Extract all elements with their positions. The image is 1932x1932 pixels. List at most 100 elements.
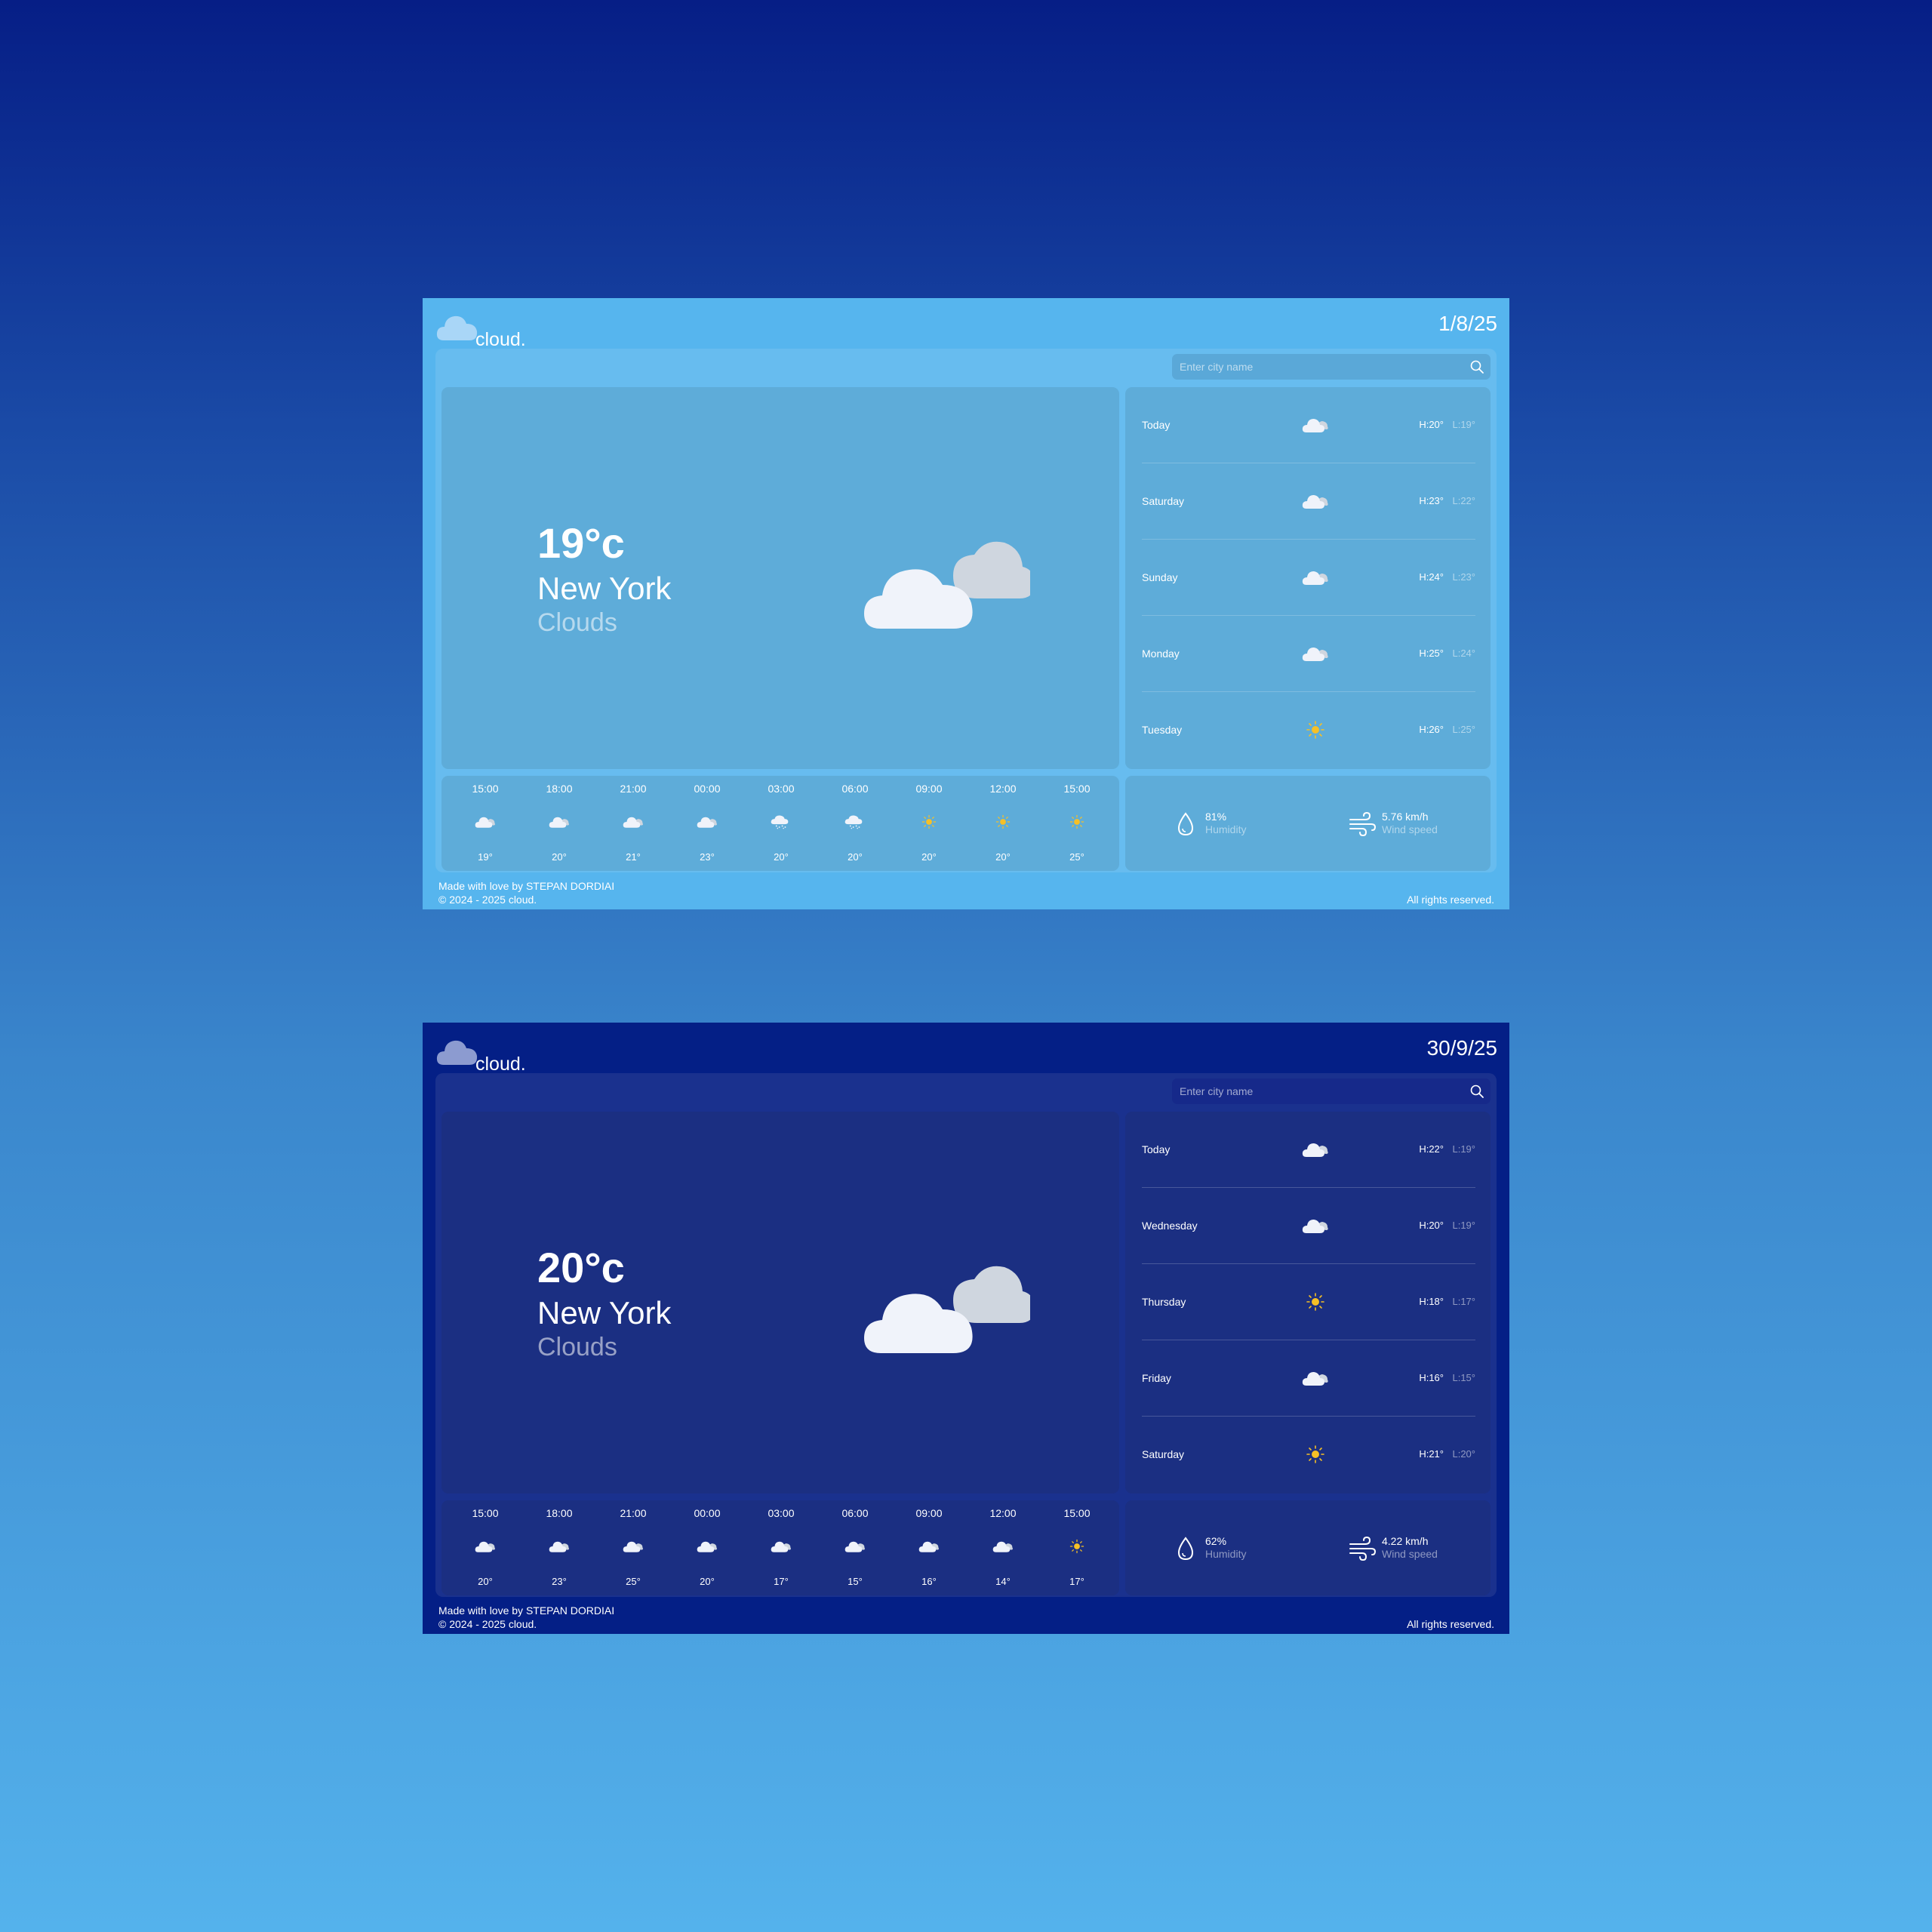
forecast-day: Thursday — [1142, 1296, 1186, 1308]
forecast-low: L:19° — [1452, 1143, 1475, 1155]
conditions-card: 62% Humidity 4.22 km/h Wind speed — [1125, 1500, 1491, 1595]
hourly-item: 12:00 20° — [973, 776, 1033, 871]
snow-icon — [771, 815, 789, 829]
cloud-icon — [844, 1541, 865, 1552]
forecast-day: Monday — [1142, 648, 1180, 660]
forecast-high: H:20° — [1419, 1220, 1444, 1231]
hourly-item: 15:00 20° — [455, 1500, 515, 1595]
forecast-high: H:23° — [1419, 495, 1444, 506]
cloud-icon — [1302, 1143, 1328, 1157]
current-date: 30/9/25 — [1426, 1036, 1497, 1060]
conditions-card: 81% Humidity 5.76 km/h Wind speed — [1125, 776, 1491, 871]
hourly-item: 09:00 20° — [899, 776, 959, 871]
app-name: cloud. — [475, 1054, 526, 1075]
hourly-forecast-card: 15:00 19° 18:00 20° 21:00 21° 00:00 23° … — [441, 776, 1119, 871]
forecast-day: Today — [1142, 419, 1171, 431]
hourly-item: 15:00 25° — [1047, 776, 1107, 871]
current-weather-card: 20°c New York Clouds — [441, 1112, 1119, 1494]
hour-temp: 17° — [774, 1576, 789, 1587]
search-icon[interactable] — [1469, 359, 1484, 374]
cloud-icon — [697, 1541, 717, 1552]
hour-time: 15:00 — [472, 1507, 499, 1519]
forecast-row: Today H:20° L:19° — [1142, 387, 1475, 463]
forecast-day: Friday — [1142, 1372, 1171, 1384]
forecast-low: L:15° — [1452, 1372, 1475, 1383]
hour-temp: 20° — [995, 851, 1011, 863]
forecast-high: H:25° — [1419, 648, 1444, 659]
sun-icon — [1306, 1445, 1324, 1463]
forecast-low: L:23° — [1452, 571, 1475, 583]
forecast-low: L:19° — [1452, 1220, 1475, 1231]
droplet-icon — [1177, 812, 1194, 836]
footer-rights: All rights reserved. — [1407, 1618, 1494, 1630]
city-search-input[interactable] — [1172, 1078, 1459, 1104]
footer-copyright: © 2024 - 2025 cloud. — [438, 894, 537, 906]
forecast-day: Saturday — [1142, 1448, 1185, 1460]
hour-time: 09:00 — [915, 1507, 943, 1519]
hour-temp: 23° — [552, 1576, 567, 1587]
forecast-high: H:22° — [1419, 1143, 1444, 1155]
footer-copyright: © 2024 - 2025 cloud. — [438, 1618, 537, 1630]
footer-rights: All rights reserved. — [1407, 894, 1494, 906]
sun-icon — [921, 814, 937, 829]
hourly-item: 21:00 25° — [603, 1500, 663, 1595]
cloud-icon — [623, 817, 643, 828]
sun-icon — [1069, 1539, 1084, 1554]
hour-time: 00:00 — [694, 1507, 721, 1519]
hour-temp: 16° — [921, 1576, 937, 1587]
hourly-item: 00:00 23° — [677, 776, 737, 871]
wind-value: 5.76 km/h — [1382, 811, 1429, 823]
forecast-high: H:26° — [1419, 724, 1444, 735]
hour-time: 18:00 — [546, 1507, 573, 1519]
hour-temp: 20° — [552, 851, 567, 863]
forecast-day: Today — [1142, 1143, 1171, 1155]
forecast-row: Monday H:25° L:24° — [1142, 616, 1475, 692]
city-search-input[interactable] — [1172, 354, 1459, 380]
snow-icon — [844, 815, 863, 829]
cloud-icon — [1302, 1220, 1328, 1233]
hourly-item: 12:00 14° — [973, 1500, 1033, 1595]
forecast-day: Saturday — [1142, 495, 1185, 507]
hour-time: 00:00 — [694, 783, 721, 795]
cloud-icon — [1302, 1372, 1328, 1386]
humidity-value: 62% — [1205, 1535, 1227, 1547]
cloud-icon — [918, 1541, 939, 1552]
hour-temp: 20° — [921, 851, 937, 863]
search-icon[interactable] — [1469, 1084, 1484, 1099]
logo-cloud-icon — [436, 315, 478, 340]
partly-cloudy-icon — [864, 541, 1030, 629]
hour-time: 03:00 — [768, 1507, 795, 1519]
hourly-item: 15:00 19° — [455, 776, 515, 871]
forecast-high: H:18° — [1419, 1296, 1444, 1307]
current-date: 1/8/25 — [1438, 312, 1497, 335]
forecast-high: H:16° — [1419, 1372, 1444, 1383]
forecast-day: Sunday — [1142, 571, 1178, 583]
wind-label: Wind speed — [1382, 823, 1438, 835]
hour-temp: 14° — [995, 1576, 1011, 1587]
cloud-icon — [992, 1541, 1013, 1552]
hour-time: 12:00 — [989, 1507, 1017, 1519]
hour-temp: 19° — [478, 851, 493, 863]
hourly-item: 18:00 20° — [529, 776, 589, 871]
wind-icon — [1349, 1536, 1377, 1561]
app-body: 20°c New York Clouds Today H:22° L:19° W… — [435, 1073, 1497, 1597]
app-name: cloud. — [475, 329, 526, 350]
hourly-item: 03:00 17° — [751, 1500, 811, 1595]
hour-time: 21:00 — [620, 783, 647, 795]
forecast-low: L:17° — [1452, 1296, 1475, 1307]
forecast-row: Tuesday H:26° L:25° — [1142, 692, 1475, 768]
weather-app-dark: cloud. 30/9/25 20°c New York Clouds Toda… — [423, 1023, 1509, 1634]
footer-credit: Made with love by STEPAN DORDIAI — [438, 880, 615, 892]
hour-temp: 25° — [626, 1576, 641, 1587]
forecast-row: Thursday H:18° L:17° — [1142, 1264, 1475, 1340]
hourly-item: 06:00 15° — [825, 1500, 885, 1595]
sun-icon — [1306, 1293, 1324, 1311]
forecast-low: L:24° — [1452, 648, 1475, 659]
hour-time: 15:00 — [1063, 783, 1091, 795]
hour-time: 15:00 — [1063, 1507, 1091, 1519]
weather-app-light: cloud. 1/8/25 19°c New York Clouds Today… — [423, 298, 1509, 909]
wind-label: Wind speed — [1382, 1548, 1438, 1560]
cloud-icon — [623, 1541, 643, 1552]
forecast-low: L:19° — [1452, 419, 1475, 430]
cloud-icon — [1302, 419, 1328, 432]
